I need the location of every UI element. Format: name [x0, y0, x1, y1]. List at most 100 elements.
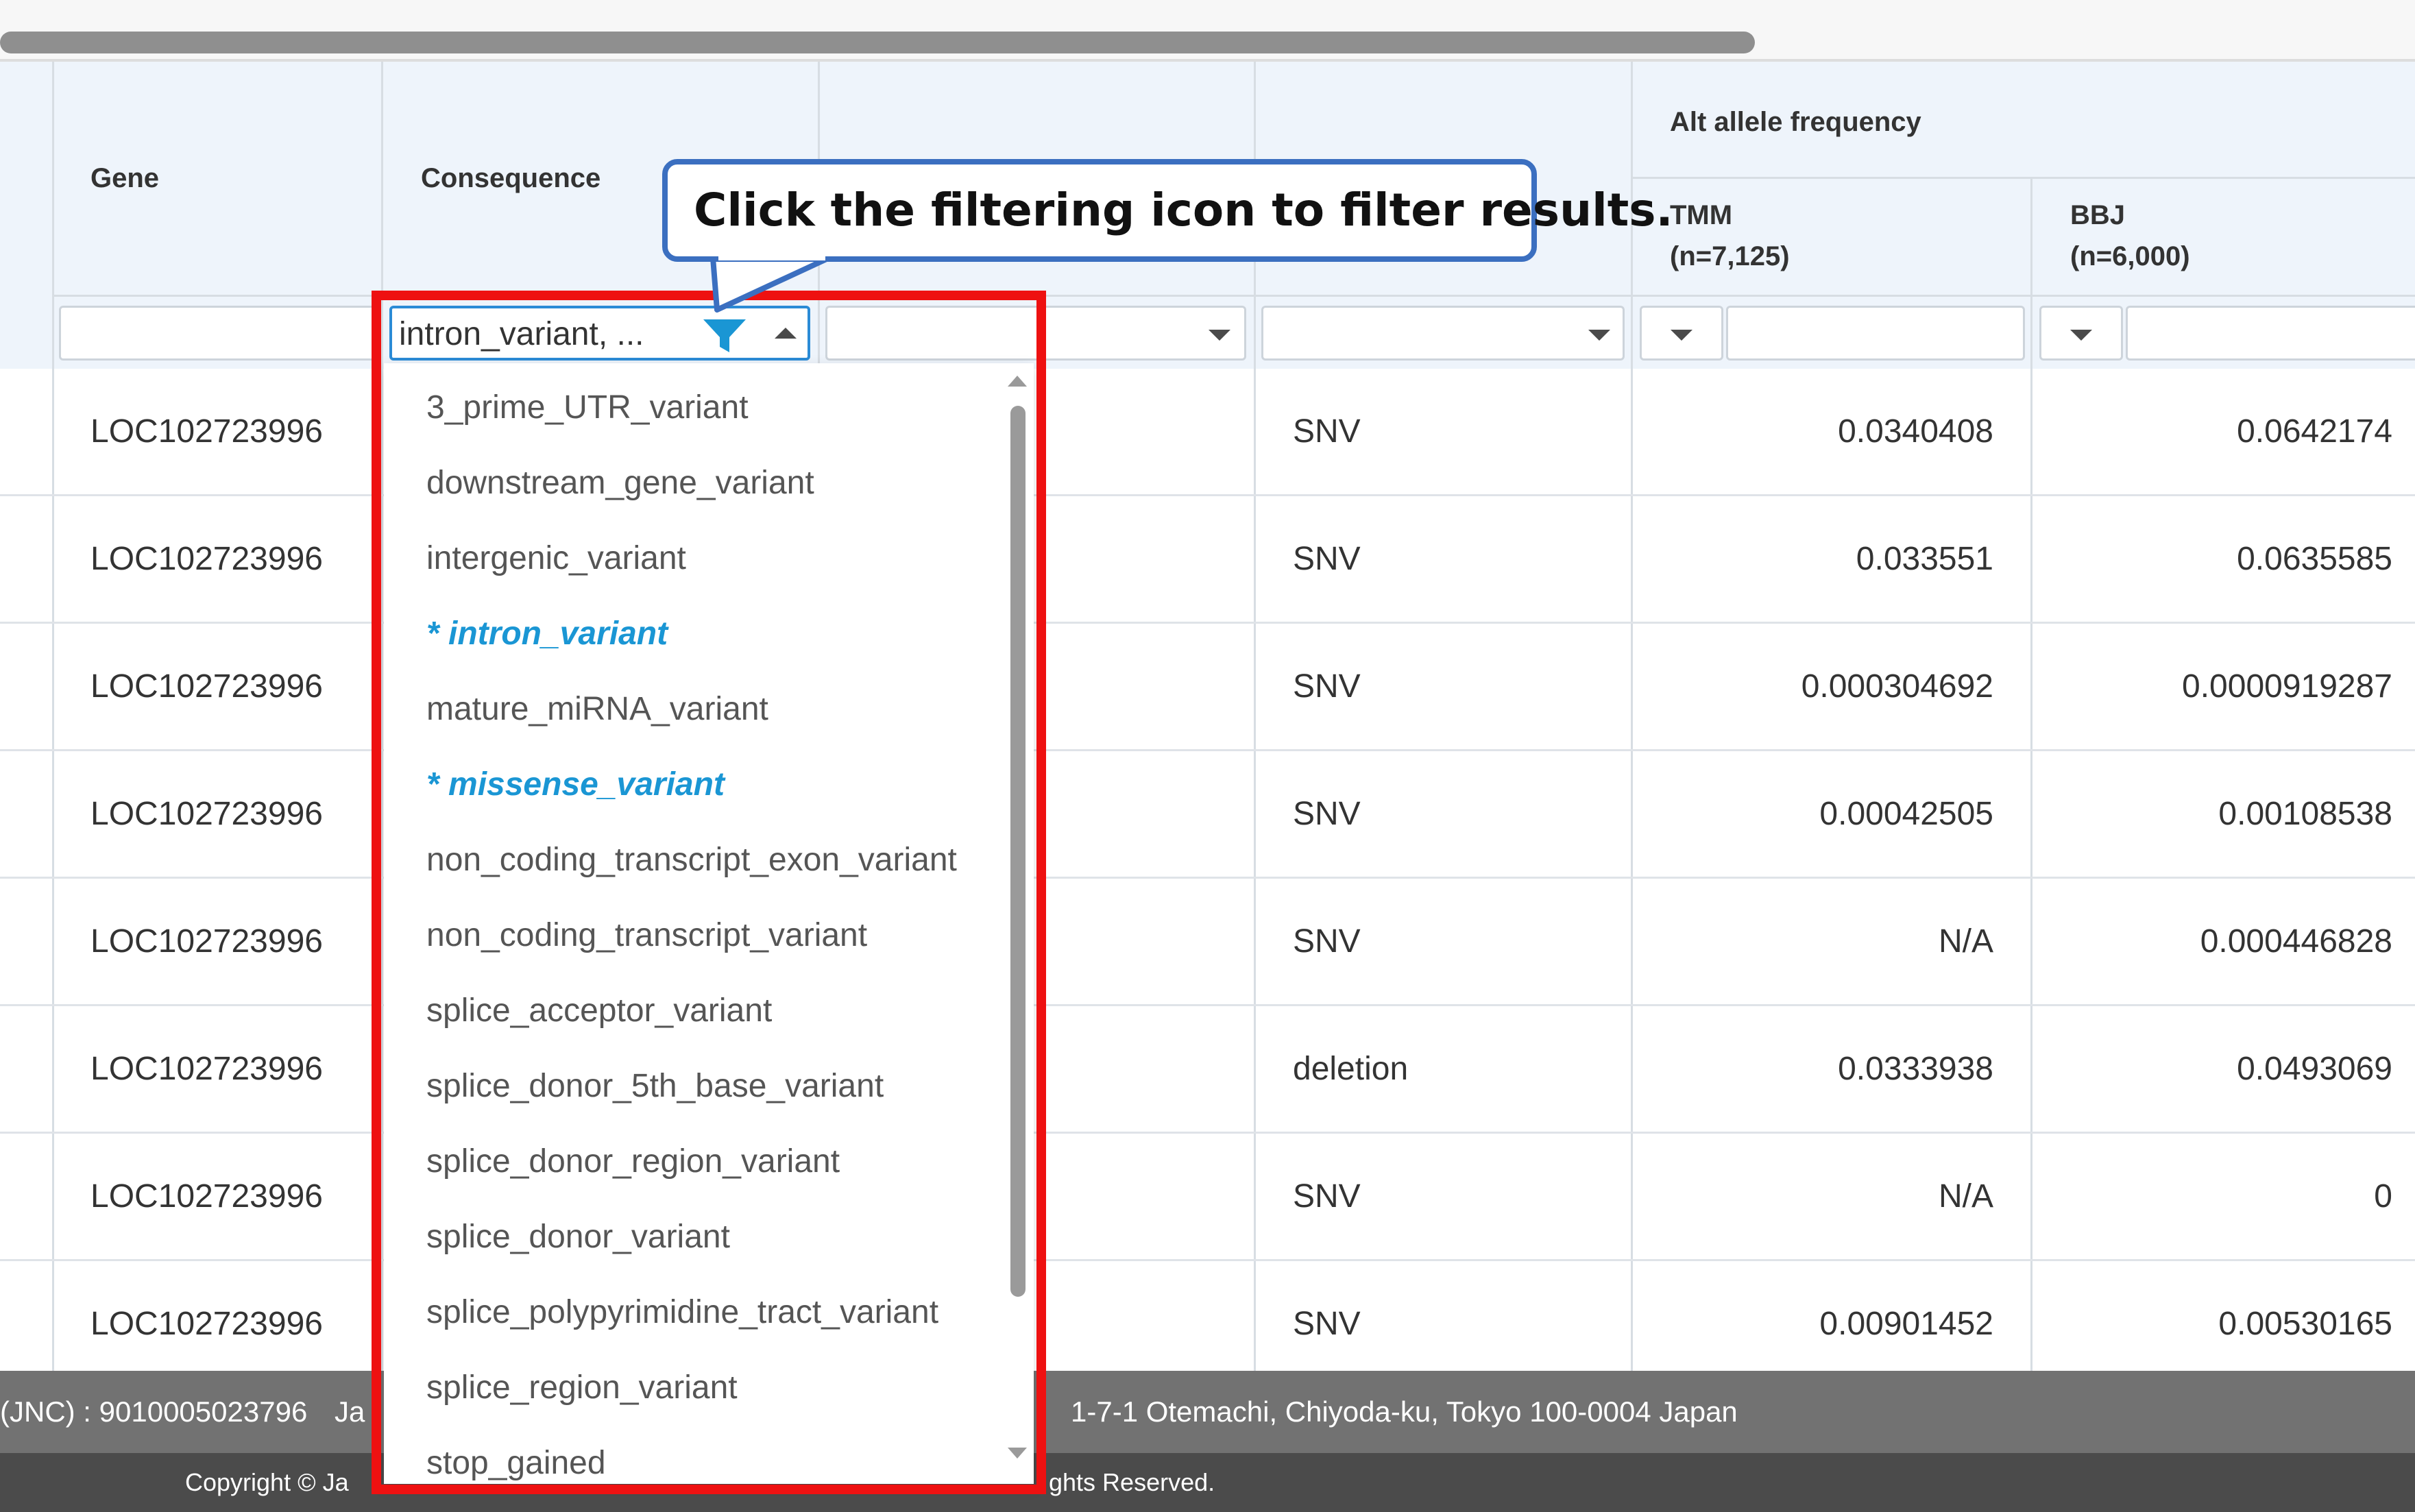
dropdown-option[interactable]: splice_donor_variant — [426, 1199, 730, 1275]
scroll-down-arrow-icon[interactable] — [1008, 1448, 1027, 1459]
dropdown-option[interactable]: 3_prime_UTR_variant — [426, 370, 749, 446]
consequence-filter-value: intron_variant, ... — [399, 316, 644, 352]
bbj-cell: 0.0493069 — [2237, 1051, 2392, 1087]
dropdown-option[interactable]: non_coding_transcript_variant — [426, 898, 867, 973]
caret-up-icon[interactable] — [775, 328, 797, 339]
type-cell: SNV — [1293, 541, 1361, 577]
tmm-cell: 0.0340408 — [1838, 413, 1993, 450]
gene-cell[interactable]: LOC102723996 — [90, 1134, 323, 1259]
dropdown-option[interactable]: splice_donor_5th_base_variant — [426, 1049, 884, 1124]
header-divider — [1631, 177, 2415, 179]
header-bbj-n: (n=6,000) — [2070, 241, 2190, 271]
header-tmm: TMM — [1670, 200, 1733, 230]
dropdown-option-selected[interactable]: * missense_variant — [426, 747, 725, 822]
gene-cell[interactable]: LOC102723996 — [90, 751, 323, 877]
gene-cell[interactable]: LOC102723996 — [90, 879, 323, 1004]
dropdown-option[interactable]: splice_region_variant — [426, 1350, 738, 1426]
footer-address: 1-7-1 Otemachi, Chiyoda-ku, Tokyo 100-00… — [1071, 1395, 1738, 1428]
type-cell: SNV — [1293, 413, 1361, 450]
header-gene: Gene — [90, 163, 160, 193]
column-divider — [52, 62, 54, 369]
bbj-operator-select[interactable] — [2039, 306, 2123, 361]
gene-cell[interactable]: LOC102723996 — [90, 1006, 323, 1132]
table-row[interactable]: LOC102723996 SNV 0.033551 0.0635585 — [0, 496, 2415, 624]
gene-cell[interactable]: LOC102723996 — [90, 496, 323, 622]
type-cell: SNV — [1293, 668, 1361, 705]
dropdown-option[interactable]: splice_acceptor_variant — [426, 973, 772, 1049]
dropdown-option[interactable]: non_coding_transcript_exon_variant — [426, 822, 957, 898]
tmm-cell: 0.00901452 — [1819, 1306, 1993, 1342]
caret-down-icon — [1588, 330, 1610, 341]
type-cell: SNV — [1293, 923, 1361, 960]
tmm-cell: 0.0333938 — [1838, 1051, 1993, 1087]
bbj-cell: 0.000446828 — [2200, 923, 2392, 960]
header-consequence: Consequence — [421, 163, 601, 193]
bbj-cell: 0.0000919287 — [2182, 668, 2392, 705]
bbj-cell: 0 — [2374, 1178, 2392, 1215]
type-cell: SNV — [1293, 796, 1361, 832]
horizontal-scrollbar-thumb[interactable] — [0, 32, 1755, 53]
column-filter-select[interactable] — [825, 306, 1246, 361]
footer-copyright: Copyright © Ja — [185, 1468, 349, 1496]
header-divider — [52, 295, 2415, 297]
tmm-operator-select[interactable] — [1640, 306, 1723, 361]
dropdown-option[interactable]: stop_gained — [426, 1426, 606, 1484]
header-bbj: BBJ — [2070, 200, 2126, 230]
consequence-dropdown-list[interactable]: 3_prime_UTR_variant downstream_gene_vari… — [384, 363, 1034, 1484]
table-row[interactable]: LOC102723996 SNV N/A 0 — [0, 1134, 2415, 1261]
dropdown-option[interactable]: intergenic_variant — [426, 521, 686, 596]
header-tmm-n: (n=7,125) — [1670, 241, 1790, 271]
bbj-cell: 0.0635585 — [2237, 541, 2392, 577]
tmm-cell: 0.033551 — [1856, 541, 1993, 577]
dropdown-option[interactable]: splice_polypyrimidine_tract_variant — [426, 1275, 938, 1350]
bbj-cell: 0.0642174 — [2237, 413, 2392, 450]
caret-down-icon — [1671, 330, 1692, 341]
footer-corporate-name: Ja — [335, 1395, 365, 1428]
table-horizontal-scrollbar[interactable] — [0, 0, 2415, 62]
dropdown-option[interactable]: mature_miRNA_variant — [426, 672, 768, 747]
table-row[interactable]: LOC102723996 SNV 0.000304692 0.000091928… — [0, 624, 2415, 751]
gene-filter-input[interactable] — [59, 306, 376, 361]
consequence-filter-select[interactable]: intron_variant, ... — [389, 306, 810, 361]
tmm-filter-input[interactable] — [1726, 306, 2025, 361]
tmm-cell: 0.00042505 — [1819, 796, 1993, 832]
callout-joint — [718, 251, 825, 260]
callout-text: Click the filtering icon to filter resul… — [694, 184, 1673, 236]
type-filter-select[interactable] — [1261, 306, 1625, 361]
footer-address-label: t — [1036, 1395, 1045, 1428]
dropdown-option[interactable]: splice_donor_region_variant — [426, 1124, 840, 1199]
dropdown-option[interactable]: downstream_gene_variant — [426, 446, 814, 521]
column-divider — [2030, 178, 2032, 369]
column-divider — [381, 62, 383, 369]
table-row[interactable]: LOC102723996 deletion 0.0333938 0.049306… — [0, 1006, 2415, 1134]
scroll-up-arrow-icon[interactable] — [1008, 376, 1027, 387]
caret-down-icon — [2070, 330, 2092, 341]
table-row[interactable]: LOC102723996 SNV 0.00042505 0.00108538 — [0, 751, 2415, 879]
table-body: LOC102723996 SNV 0.0340408 0.0642174 LOC… — [0, 369, 2415, 1371]
dropdown-option-selected[interactable]: * intron_variant — [426, 596, 668, 672]
gene-cell[interactable]: LOC102723996 — [90, 624, 323, 749]
dropdown-scrollbar[interactable] — [1001, 363, 1034, 1484]
table-row[interactable]: LOC102723996 SNV 0.0340408 0.0642174 — [0, 369, 2415, 496]
footer-address-bar: (JNC) : 9010005023796 Ja t 1-7-1 Otemach… — [0, 1371, 2415, 1453]
tmm-cell: N/A — [1938, 1178, 1993, 1215]
type-cell: SNV — [1293, 1178, 1361, 1215]
tmm-cell: 0.000304692 — [1801, 668, 1993, 705]
bbj-cell: 0.00108538 — [2218, 796, 2392, 832]
table-row[interactable]: LOC102723996 SNV 0.00901452 0.00530165 — [0, 1261, 2415, 1389]
funnel-icon[interactable] — [701, 317, 749, 355]
footer-copyright-end: ghts Reserved. — [1049, 1468, 1215, 1496]
gene-cell[interactable]: LOC102723996 — [90, 1261, 323, 1387]
type-cell: deletion — [1293, 1051, 1409, 1087]
type-cell: SNV — [1293, 1306, 1361, 1342]
bbj-filter-input[interactable] — [2126, 306, 2415, 361]
footer-copyright-bar: Copyright © Ja ghts Reserved. — [0, 1453, 2415, 1512]
instruction-callout: Click the filtering icon to filter resul… — [662, 159, 1673, 262]
caret-down-icon — [1209, 330, 1230, 341]
footer-corporate-number: (JNC) : 9010005023796 — [0, 1395, 308, 1428]
bbj-cell: 0.00530165 — [2218, 1306, 2392, 1342]
table-row[interactable]: LOC102723996 SNV N/A 0.000446828 — [0, 879, 2415, 1006]
gene-cell[interactable]: LOC102723996 — [90, 369, 323, 494]
dropdown-scrollbar-thumb[interactable] — [1010, 406, 1026, 1297]
header-alt-allele-frequency: Alt allele frequency — [1670, 107, 1921, 137]
